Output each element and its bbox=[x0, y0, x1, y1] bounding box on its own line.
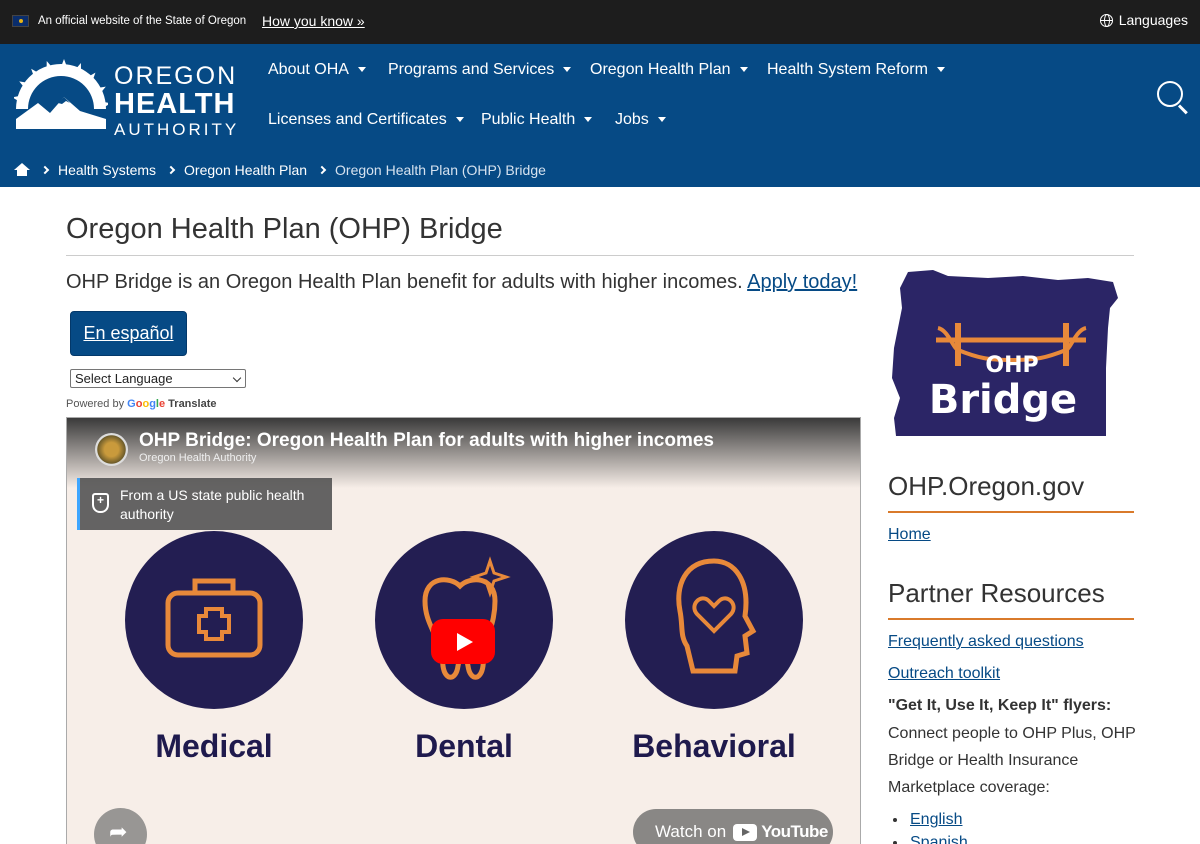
globe-icon bbox=[1099, 13, 1113, 27]
chevron-right-icon bbox=[166, 165, 176, 174]
google-logo: Google bbox=[127, 398, 166, 410]
ohp-logo-text-bottom: Bridge bbox=[929, 377, 1077, 423]
play-button[interactable] bbox=[431, 619, 495, 664]
logo-wordmark: OREGON HEALTH AUTHORITY bbox=[114, 62, 240, 139]
video-channel-name: Oregon Health Authority bbox=[139, 452, 257, 464]
logo-line-health: HEALTH bbox=[114, 88, 236, 120]
flyers-description: Connect people to OHP Plus, OHP Bridge o… bbox=[888, 725, 1136, 796]
sidebar-divider bbox=[888, 511, 1134, 513]
chevron-down-icon bbox=[936, 67, 945, 73]
logo-line-oregon: OREGON bbox=[114, 62, 238, 90]
nav-label: Jobs bbox=[615, 111, 649, 128]
chevron-down-icon bbox=[563, 67, 572, 73]
ohp-bridge-logo: OHP Bridge bbox=[892, 270, 1118, 436]
powered-by-text: Powered by bbox=[66, 398, 125, 410]
nav-licenses-certificates[interactable]: Licenses and Certificates bbox=[268, 111, 464, 129]
languages-button[interactable]: Languages bbox=[1099, 12, 1188, 28]
nav-oregon-health-plan[interactable]: Oregon Health Plan bbox=[590, 61, 748, 79]
nav-label: Public Health bbox=[481, 111, 576, 128]
nav-health-system-reform[interactable]: Health System Reform bbox=[767, 61, 945, 79]
watch-on-youtube-button[interactable]: Watch on YouTube bbox=[633, 809, 833, 844]
medical-circle-graphic bbox=[125, 531, 303, 709]
category-label-behavioral: Behavioral bbox=[632, 728, 796, 764]
chevron-down-icon bbox=[657, 117, 666, 123]
sun-mountain-logo-icon bbox=[14, 59, 108, 129]
channel-avatar[interactable] bbox=[95, 433, 128, 466]
youtube-wordmark: YouTube bbox=[761, 822, 828, 841]
health-source-info-panel[interactable]: From a US state public health authority bbox=[77, 478, 332, 530]
language-select[interactable]: Select Language bbox=[70, 369, 246, 388]
ohp-logo-text-top: OHP bbox=[985, 353, 1038, 378]
nav-public-health[interactable]: Public Health bbox=[481, 111, 593, 129]
official-site-text: An official website of the State of Oreg… bbox=[38, 15, 247, 27]
nav-label: Licenses and Certificates bbox=[268, 111, 447, 128]
logo-line-authority: AUTHORITY bbox=[114, 120, 240, 139]
nav-label: Programs and Services bbox=[388, 61, 555, 78]
nav-label: Health System Reform bbox=[767, 61, 928, 78]
chevron-down-icon bbox=[584, 117, 593, 123]
share-button[interactable] bbox=[94, 808, 147, 844]
apply-today-link[interactable]: Apply today! bbox=[747, 271, 857, 293]
info-panel-text: From a US state public health authority bbox=[120, 487, 305, 522]
chevron-down-icon bbox=[357, 67, 366, 73]
how-you-know-link[interactable]: How you know » bbox=[262, 13, 365, 29]
category-label-medical: Medical bbox=[155, 728, 273, 764]
flyer-language-list: English Spanish bbox=[908, 808, 968, 844]
languages-label: Languages bbox=[1118, 12, 1188, 28]
sidebar-home-link[interactable]: Home bbox=[888, 526, 931, 544]
category-label-dental: Dental bbox=[415, 728, 513, 764]
translate-link[interactable]: Translate bbox=[168, 398, 216, 410]
oregon-flag-icon bbox=[12, 15, 29, 27]
chevron-down-icon bbox=[455, 117, 464, 123]
page-title: Oregon Health Plan (OHP) Bridge bbox=[66, 213, 503, 245]
nav-label: About OHA bbox=[268, 61, 349, 78]
sidebar-heading-ohp: OHP.Oregon.gov bbox=[888, 471, 1085, 501]
intro-sentence: OHP Bridge is an Oregon Health Plan bene… bbox=[66, 271, 748, 293]
faq-link[interactable]: Frequently asked questions bbox=[888, 633, 1084, 651]
flyer-english-link[interactable]: English bbox=[910, 811, 962, 828]
nav-label: Oregon Health Plan bbox=[590, 61, 731, 78]
list-item: Spanish bbox=[908, 831, 968, 844]
chevron-right-icon bbox=[40, 165, 50, 174]
breadcrumb-current: Oregon Health Plan (OHP) Bridge bbox=[335, 161, 546, 178]
breadcrumb-health-systems[interactable]: Health Systems bbox=[58, 162, 156, 178]
chevron-down-icon bbox=[739, 67, 748, 73]
search-icon[interactable] bbox=[1157, 81, 1183, 107]
breadcrumb: Health Systems Oregon Health Plan Oregon… bbox=[0, 152, 1200, 187]
title-divider bbox=[66, 255, 1134, 256]
en-espanol-button[interactable]: En español bbox=[70, 311, 187, 356]
intro-text: OHP Bridge is an Oregon Health Plan bene… bbox=[66, 271, 857, 294]
list-item: English bbox=[908, 808, 968, 831]
chevron-right-icon bbox=[317, 165, 327, 174]
home-icon[interactable] bbox=[14, 162, 30, 177]
youtube-video-embed[interactable]: Medical Dental Behavioral OHP Bridge: Or… bbox=[66, 417, 861, 844]
nav-programs-services[interactable]: Programs and Services bbox=[388, 61, 572, 79]
watch-on-label: Watch on bbox=[655, 822, 727, 841]
behavioral-circle-graphic bbox=[625, 531, 803, 709]
gov-banner: An official website of the State of Oreg… bbox=[0, 0, 1200, 44]
nav-about-oha[interactable]: About OHA bbox=[268, 61, 366, 79]
sidebar-heading-partner: Partner Resources bbox=[888, 578, 1105, 608]
google-translate-credit: Powered by Google Translate bbox=[66, 398, 216, 410]
flyers-heading: "Get It, Use It, Keep It" flyers: bbox=[888, 697, 1112, 714]
outreach-toolkit-link[interactable]: Outreach toolkit bbox=[888, 665, 1000, 683]
shield-plus-icon bbox=[92, 493, 109, 513]
breadcrumb-oregon-health-plan[interactable]: Oregon Health Plan bbox=[184, 162, 307, 178]
oha-logo[interactable]: OREGON HEALTH AUTHORITY bbox=[14, 59, 239, 138]
video-title[interactable]: OHP Bridge: Oregon Health Plan for adult… bbox=[139, 430, 714, 452]
youtube-logo-icon bbox=[733, 823, 758, 841]
nav-jobs[interactable]: Jobs bbox=[615, 111, 666, 129]
sidebar-divider bbox=[888, 618, 1134, 620]
site-header: OREGON HEALTH AUTHORITY About OHA Progra… bbox=[0, 44, 1200, 187]
flyer-spanish-link[interactable]: Spanish bbox=[910, 834, 968, 844]
